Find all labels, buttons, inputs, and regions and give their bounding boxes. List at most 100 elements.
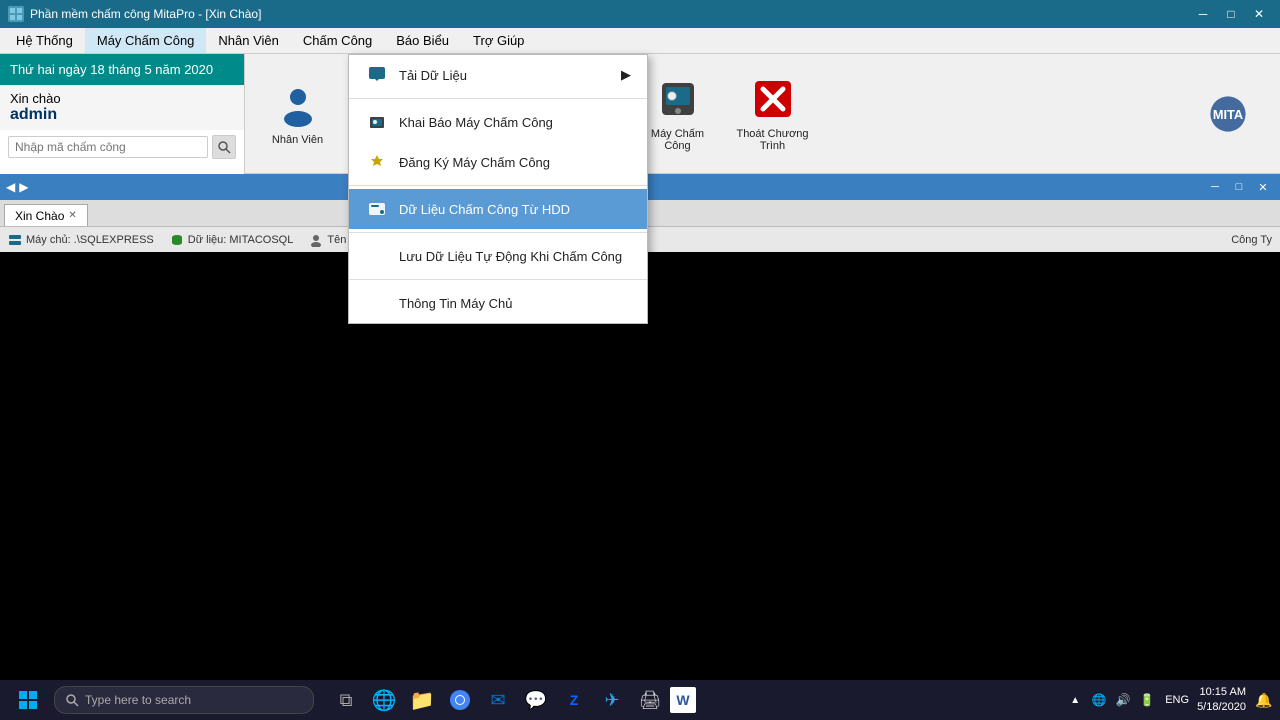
inner-right-arrow[interactable]: ▶: [19, 180, 28, 194]
toolbar-trinh-ca[interactable]: 15 Trình Ca Làm Việc: [445, 64, 530, 164]
taskbar-right: ▲ 🌐 🔊 🔋 ENG 10:15 AM 5/18/2020 🔔: [1065, 685, 1274, 716]
clock-display[interactable]: 10:15 AM 5/18/2020: [1197, 685, 1246, 716]
minimize-button[interactable]: ─: [1190, 3, 1216, 25]
gan-ca-icon: +: [559, 75, 607, 123]
gan-ca-label: Gán Ca Cho Nhân Viên: [546, 128, 619, 152]
title-text: Phần mềm chấm công MitaPro - [Xin Chào]: [30, 7, 261, 21]
svg-text:+: +: [589, 98, 596, 112]
app-header: Thứ hai ngày 18 tháng 5 năm 2020 Xin chà…: [0, 54, 1280, 174]
toolbar-thoat[interactable]: Thoát Chương Trình: [730, 64, 815, 164]
title-bar: Phần mềm chấm công MitaPro - [Xin Chào] …: [0, 0, 1280, 28]
tray-language[interactable]: ENG: [1165, 694, 1189, 706]
status-user: Tên đăng nhập: admin: [309, 233, 437, 247]
taskbar-printer[interactable]: 🖨: [632, 682, 668, 718]
status-database: Dữ liệu: MITACOSQL: [170, 233, 294, 247]
tab-bar: Xin Chào ✕: [0, 200, 1280, 226]
taskbar-apps: ⧉ 🌐 📁 ✉ 💬 Z ✈ 🖨 W: [328, 682, 696, 718]
search-input[interactable]: [8, 136, 208, 158]
menu-bao-bieu[interactable]: Báo Biểu: [384, 28, 461, 53]
restore-button[interactable]: □: [1218, 3, 1244, 25]
tab-label: Xin Chào: [15, 209, 64, 223]
start-button[interactable]: [6, 682, 50, 718]
status-bar: Máy chủ: .\SQLEXPRESS Dữ liệu: MITACOSQL…: [0, 226, 1280, 252]
user-icon: [309, 233, 323, 247]
may-cham-cong-icon: [654, 75, 702, 123]
gio-chi-label: Giờ Chỉ: [374, 134, 412, 146]
menu-bar: Hệ Thống Máy Chấm Công Nhân Viên Chấm Cô…: [0, 28, 1280, 54]
inner-title-bar: ◀ ▶ ─ □ ✕: [0, 174, 1280, 200]
taskbar-mail[interactable]: ✉: [480, 682, 516, 718]
clock-time: 10:15 AM: [1197, 685, 1246, 700]
toolbar: Nhân Viên 15 Giờ Chỉ: [245, 54, 1280, 174]
user-label: Tên đăng nhập: admin: [327, 234, 437, 246]
inner-minimize[interactable]: ─: [1204, 177, 1226, 197]
taskbar-explorer[interactable]: 📁: [404, 682, 440, 718]
may-cham-cong-label: Máy Chấm Công: [641, 128, 714, 152]
inner-title-left: ◀ ▶: [6, 180, 28, 194]
tray-volume[interactable]: 🔊: [1113, 690, 1133, 710]
inner-window: ◀ ▶ ─ □ ✕ Xin Chào ✕ MI phần mềm c: [0, 174, 1280, 226]
thong-tin-icon: [365, 291, 389, 315]
taskbar-skype[interactable]: 💬: [518, 682, 554, 718]
nhan-vien-label: Nhân Viên: [272, 134, 323, 146]
menu-cham-cong[interactable]: Chấm Công: [291, 28, 384, 53]
dropdown-thong-tin[interactable]: Thông Tin Máy Chủ: [349, 283, 647, 323]
mita-logo-icon: MITA: [1204, 90, 1252, 138]
sidebar: Thứ hai ngày 18 tháng 5 năm 2020 Xin chà…: [0, 54, 245, 174]
thoat-icon: [749, 75, 797, 123]
taskbar-zalo[interactable]: Z: [556, 682, 592, 718]
username-label: admin: [10, 106, 234, 124]
menu-may-cham-cong[interactable]: Máy Chấm Công: [85, 28, 207, 53]
toolbar-gio-chi[interactable]: 15 Giờ Chỉ: [350, 64, 435, 164]
taskbar-telegram[interactable]: ✈: [594, 682, 630, 718]
inner-restore[interactable]: □: [1228, 177, 1250, 197]
tray-network[interactable]: 🌐: [1089, 690, 1109, 710]
title-controls: ─ □ ✕: [1190, 3, 1272, 25]
status-server: Máy chủ: .\SQLEXPRESS: [8, 233, 154, 247]
taskbar-task-view[interactable]: ⧉: [328, 682, 364, 718]
tray-chevron[interactable]: ▲: [1065, 690, 1085, 710]
sidebar-greeting: Xin chào admin: [0, 85, 244, 130]
search-button[interactable]: [212, 135, 236, 159]
inner-close[interactable]: ✕: [1252, 177, 1274, 197]
menu-tro-giup[interactable]: Trợ Giúp: [461, 28, 536, 53]
database-label: Dữ liệu: MITACOSQL: [188, 234, 294, 246]
inner-left-arrow[interactable]: ◀: [6, 180, 15, 194]
trinh-ca-label: Trình Ca Làm Việc: [451, 128, 524, 152]
clock-date: 5/18/2020: [1197, 700, 1246, 715]
svg-text:MITA: MITA: [1212, 106, 1242, 121]
server-icon: [8, 233, 22, 247]
status-company: Công Ty: [1231, 234, 1272, 246]
greeting-label: Xin chào: [10, 91, 234, 106]
taskbar: Type here to search ⧉ 🌐 📁 ✉ 💬 Z ✈ 🖨 W ▲ …: [0, 680, 1280, 720]
app-icon: [8, 6, 24, 22]
sidebar-search: [0, 130, 244, 164]
close-button[interactable]: ✕: [1246, 3, 1272, 25]
thoat-label: Thoát Chương Trình: [736, 128, 809, 152]
tab-xin-chao[interactable]: Xin Chào ✕: [4, 204, 88, 226]
nhan-vien-icon: [274, 81, 322, 129]
taskbar-search-box[interactable]: Type here to search: [54, 686, 314, 714]
toolbar-mita-logo[interactable]: MITA: [1185, 64, 1270, 164]
taskbar-search-icon: [65, 693, 79, 707]
toolbar-may-cham-cong[interactable]: Máy Chấm Công: [635, 64, 720, 164]
gio-chi-icon: 15: [369, 81, 417, 129]
tray-battery[interactable]: 🔋: [1137, 690, 1157, 710]
database-icon: [170, 233, 184, 247]
toolbar-gan-ca[interactable]: + Gán Ca Cho Nhân Viên: [540, 64, 625, 164]
trinh-ca-icon: 15: [464, 75, 512, 123]
separator-4: [349, 279, 647, 280]
system-tray: ▲ 🌐 🔊 🔋: [1065, 690, 1157, 710]
taskbar-search-placeholder: Type here to search: [85, 693, 191, 707]
menu-he-thong[interactable]: Hệ Thống: [4, 28, 85, 53]
taskbar-word[interactable]: W: [670, 687, 696, 713]
company-label: Công Ty: [1231, 234, 1272, 246]
tab-close-button[interactable]: ✕: [68, 210, 76, 221]
taskbar-chrome[interactable]: [442, 682, 478, 718]
title-bar-left: Phần mềm chấm công MitaPro - [Xin Chào]: [8, 6, 261, 22]
taskbar-edge[interactable]: 🌐: [366, 682, 402, 718]
menu-nhan-vien[interactable]: Nhân Viên: [206, 28, 290, 53]
toolbar-nhan-vien[interactable]: Nhân Viên: [255, 64, 340, 164]
server-label: Máy chủ: .\SQLEXPRESS: [26, 234, 154, 246]
notification-icon[interactable]: 🔔: [1254, 690, 1274, 710]
